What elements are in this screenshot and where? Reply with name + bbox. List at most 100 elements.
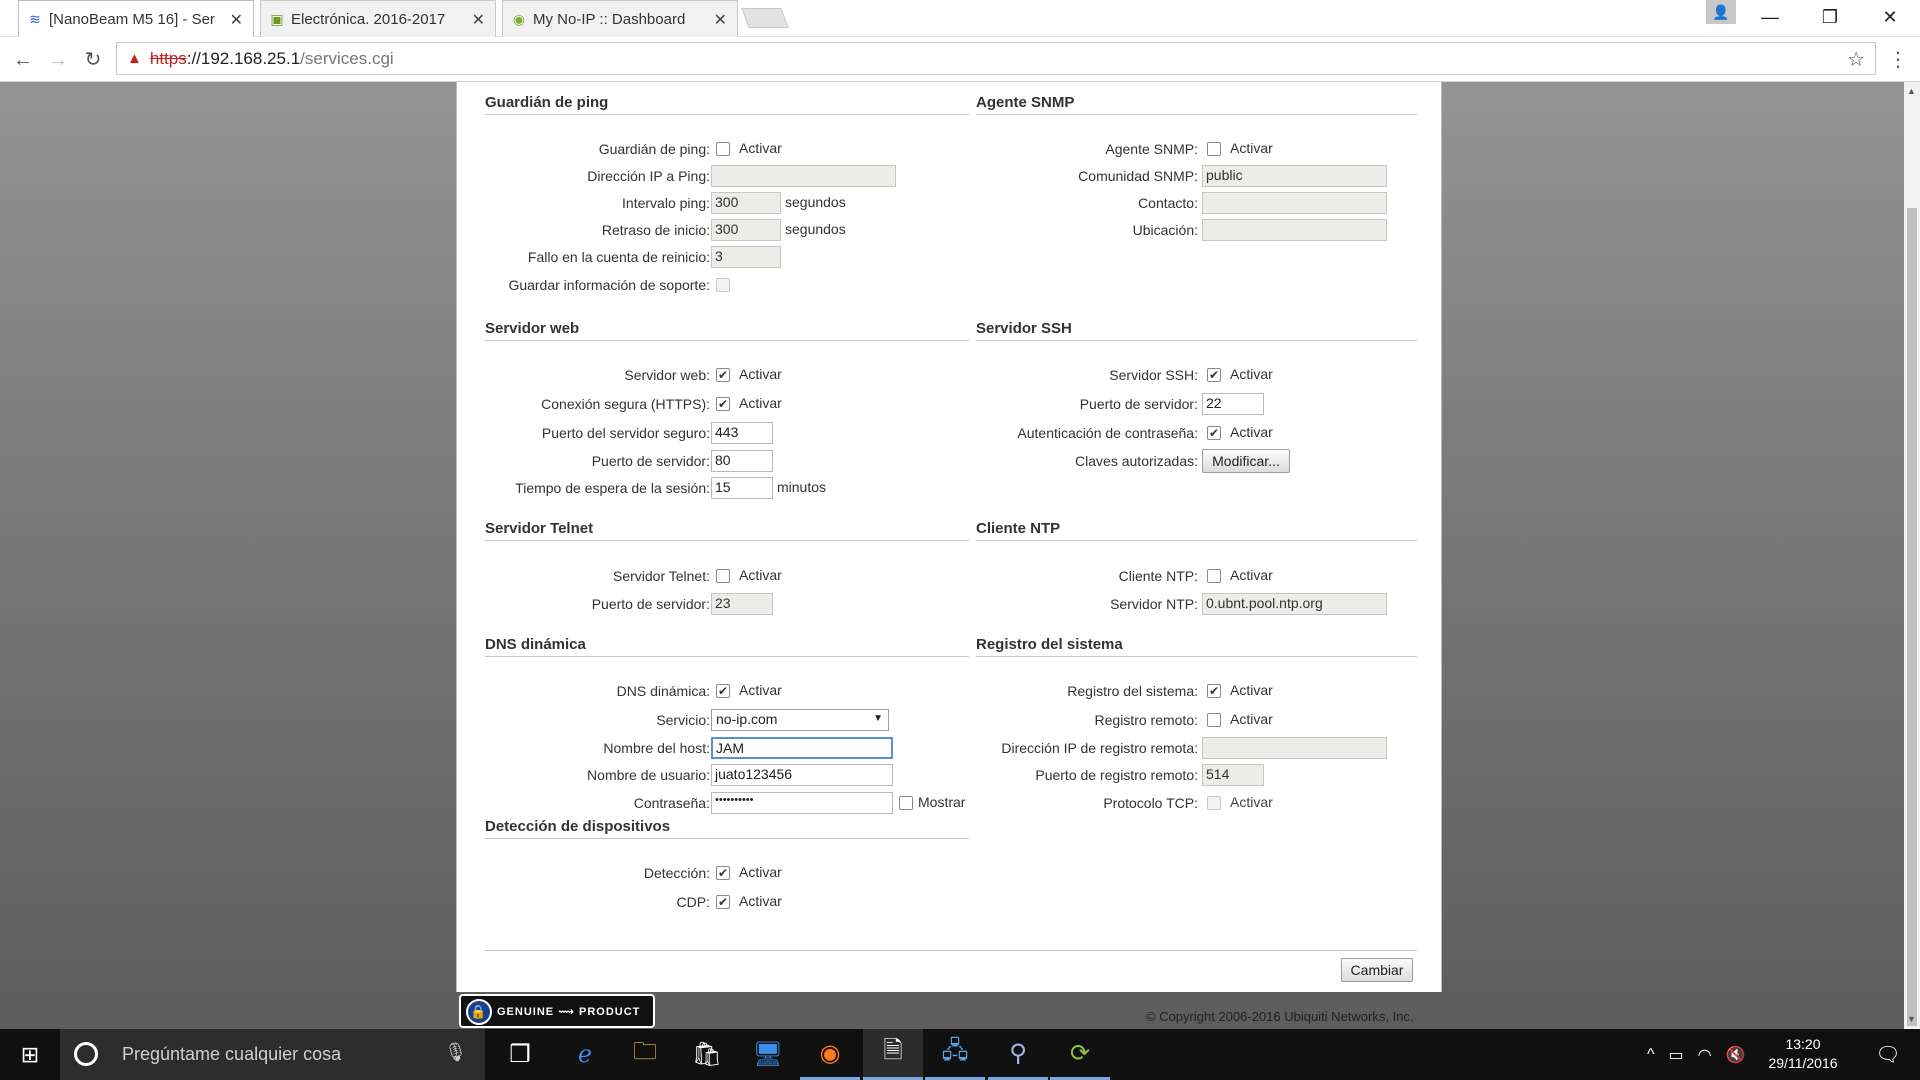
label: Agente SNMP:	[1105, 141, 1198, 157]
row-syslog-remote: Registro remoto:	[457, 709, 1198, 731]
restore-icon[interactable]: ❐	[1800, 0, 1860, 34]
windows-start-icon[interactable]: ⊞	[0, 1029, 60, 1080]
ssh-server-checkbox[interactable]: ✔	[1207, 368, 1221, 382]
tcp-protocol-checkbox[interactable]	[1207, 796, 1221, 810]
label: Claves autorizadas:	[1075, 453, 1198, 469]
label: Ubicación:	[1132, 222, 1198, 238]
ping-fail-field[interactable]: 3	[711, 246, 781, 268]
noip-icon: ◉	[512, 11, 526, 27]
url-bar[interactable]: ▲ https://192.168.25.1/services.cgi ☆	[116, 42, 1876, 75]
page-scrollbar[interactable]: ▲ ▼	[1904, 82, 1920, 1029]
label: Servidor SSH:	[1109, 367, 1198, 383]
row-snmp-location: Ubicación:	[457, 219, 1198, 241]
tab-electronica[interactable]: ▣ Electrónica. 2016-2017 ✕	[260, 0, 496, 37]
tab-noip[interactable]: ◉ My No-IP :: Dashboard ✕	[502, 0, 738, 37]
network-app-icon[interactable]: 🖧	[925, 1029, 985, 1080]
remote-log-ip-field[interactable]	[1202, 737, 1387, 759]
row-snmp-contact: Contacto:	[457, 192, 1198, 214]
row-ping-fail: Fallo en la cuenta de reinicio:	[457, 246, 710, 268]
bookmark-star-icon[interactable]: ☆	[1847, 47, 1865, 72]
snmp-contact-field[interactable]	[1202, 192, 1387, 214]
row-ssh-auth: Autenticación de contraseña:	[457, 422, 1198, 444]
menu-dots-icon[interactable]: ⋮	[1888, 47, 1908, 72]
support-info-checkbox[interactable]	[716, 278, 730, 292]
checkbox-label: Activar	[1230, 567, 1273, 583]
label: Comunidad SNMP:	[1078, 168, 1198, 184]
ntp-client-checkbox[interactable]	[1207, 569, 1221, 583]
close-icon[interactable]: ✕	[472, 10, 485, 30]
close-icon[interactable]: ✕	[230, 10, 243, 30]
new-tab-button[interactable]	[741, 8, 789, 28]
scroll-down-arrow-icon[interactable]: ▼	[1907, 1014, 1916, 1024]
row-web-timeout: Tiempo de espera de la sesión:	[457, 477, 710, 499]
discovery-checkbox[interactable]: ✔	[716, 866, 730, 880]
browser-toolbar: ← → ↻ ▲ https://192.168.25.1/services.cg…	[0, 37, 1920, 82]
label: Protocolo TCP:	[1103, 795, 1198, 811]
label: Servidor NTP:	[1110, 596, 1198, 612]
label: Contacto:	[1138, 195, 1198, 211]
cortana-search-box[interactable]: Pregúntame cualquier cosa 🎙	[60, 1029, 485, 1080]
system-clock[interactable]: 13:20 29/11/2016	[1758, 1035, 1848, 1073]
warning-icon: ▲	[127, 50, 142, 67]
snmp-community-field[interactable]: public	[1202, 165, 1387, 187]
ntp-server-field[interactable]: 0.ubnt.pool.ntp.org	[1202, 593, 1387, 615]
ssh-port-field[interactable]: 22	[1202, 393, 1264, 415]
profile-icon[interactable]: 👤	[1706, 0, 1736, 24]
page-viewport: Guardián de ping Guardián de ping: Activ…	[0, 82, 1904, 1029]
forward-arrow-icon[interactable]: →	[45, 47, 71, 73]
remote-log-checkbox[interactable]	[1207, 713, 1221, 727]
close-window-icon[interactable]: ✕	[1860, 0, 1920, 34]
apply-change-button[interactable]: Cambiar	[1341, 958, 1413, 982]
monitor-app-icon[interactable]: 🖥	[738, 1029, 798, 1080]
wifi-signal-icon[interactable]: ◠	[1698, 1045, 1712, 1065]
label: Dirección IP de registro remota:	[1001, 740, 1198, 756]
row-ntp-server: Servidor NTP:	[457, 593, 1198, 615]
notifications-icon[interactable]: 🗨	[1858, 1029, 1918, 1080]
edge-icon[interactable]: ℯ	[555, 1029, 615, 1080]
minimize-icon[interactable]: —	[1740, 0, 1800, 34]
scroll-up-arrow-icon[interactable]: ▲	[1907, 86, 1916, 96]
cdp-checkbox[interactable]: ✔	[716, 895, 730, 909]
password-auth-checkbox[interactable]: ✔	[1207, 426, 1221, 440]
document-icon[interactable]: 🗎	[863, 1029, 923, 1080]
row-syslog-remote-ip: Dirección IP de registro remota:	[457, 737, 1198, 759]
usb-icon[interactable]: ⚲	[988, 1029, 1048, 1080]
checkbox-label: Activar	[1230, 140, 1273, 156]
task-view-icon[interactable]: ❒	[490, 1029, 550, 1080]
session-timeout-field[interactable]: 15	[711, 477, 773, 499]
checkbox-label: Activar	[1230, 794, 1273, 810]
scrollbar-thumb[interactable]	[1907, 208, 1917, 1026]
label: Tiempo de espera de la sesión:	[515, 480, 710, 496]
ddns-title: DNS dinámica	[485, 636, 969, 657]
store-icon[interactable]: 🛍	[677, 1029, 737, 1080]
tab-nanobeam[interactable]: ≋ [NanoBeam M5 16] - Ser ✕	[18, 0, 254, 37]
snmp-agent-title: Agente SNMP	[976, 94, 1417, 115]
microphone-icon[interactable]: 🎙	[444, 1042, 467, 1063]
syslog-checkbox[interactable]: ✔	[1207, 684, 1221, 698]
chevron-up-icon[interactable]: ^	[1647, 1046, 1655, 1064]
telnet-server-title: Servidor Telnet	[485, 520, 969, 541]
file-explorer-icon[interactable]: 🗀	[615, 1029, 675, 1080]
tab-title: My No-IP :: Dashboard	[533, 10, 686, 28]
reload-icon[interactable]: ↻	[80, 47, 106, 73]
label: Puerto de registro remoto:	[1035, 767, 1198, 783]
label: Puerto de servidor:	[1079, 396, 1198, 412]
firefox-icon[interactable]: ◉	[800, 1029, 860, 1080]
modify-keys-button[interactable]: Modificar...	[1202, 449, 1290, 473]
noip-client-icon[interactable]: ⟳	[1050, 1029, 1110, 1080]
battery-icon[interactable]: ▭	[1669, 1045, 1684, 1065]
checkbox-label: Activar	[1230, 366, 1273, 382]
clock-time: 13:20	[1785, 1036, 1821, 1052]
volume-muted-icon[interactable]: 🔇	[1726, 1045, 1746, 1065]
services-panel: Guardián de ping Guardián de ping: Activ…	[456, 82, 1442, 992]
back-arrow-icon[interactable]: ←	[10, 47, 36, 73]
remote-log-port-field[interactable]: 514	[1202, 764, 1264, 786]
cortana-icon	[74, 1042, 98, 1066]
ssh-server-title: Servidor SSH	[976, 320, 1417, 341]
ping-watchdog-title: Guardián de ping	[485, 94, 969, 115]
windows-taskbar: ⊞ Pregúntame cualquier cosa 🎙 ❒ ℯ 🗀 🛍 🖥 …	[0, 1029, 1920, 1080]
snmp-agent-checkbox[interactable]	[1207, 142, 1221, 156]
snmp-location-field[interactable]	[1202, 219, 1387, 241]
close-icon[interactable]: ✕	[714, 10, 727, 30]
system-tray: ^ ▭ ◠ 🔇	[1647, 1029, 1746, 1080]
